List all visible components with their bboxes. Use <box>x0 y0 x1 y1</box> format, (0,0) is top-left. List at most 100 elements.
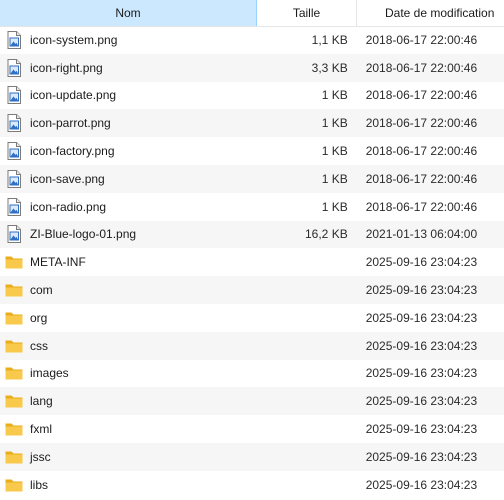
folder-icon <box>4 363 24 383</box>
file-size: 1 KB <box>321 88 348 103</box>
file-modified-date: 2025-09-16 23:04:23 <box>365 283 478 298</box>
file-size: 1,1 KB <box>311 32 348 47</box>
file-size: 1 KB <box>321 116 348 131</box>
file-row[interactable]: lang 2025-09-16 23:04:23 <box>0 387 504 416</box>
file-name-cell: jssc <box>0 447 254 467</box>
image-file-icon <box>4 141 24 161</box>
folder-icon <box>4 447 24 467</box>
sort-ascending-icon: ^ <box>126 0 130 5</box>
file-size: 16,2 KB <box>305 227 348 242</box>
file-row[interactable]: icon-radio.png 1 KB 2018-06-17 22:00:46 <box>0 193 504 221</box>
image-file-icon <box>4 224 24 244</box>
file-size: 1 KB <box>321 144 348 159</box>
file-size: 1 KB <box>321 171 348 186</box>
file-size: 3,3 KB <box>311 60 348 75</box>
image-file-icon <box>4 113 24 133</box>
image-file-icon <box>4 85 24 105</box>
file-size: 1 KB <box>321 199 348 214</box>
folder-icon <box>4 475 24 495</box>
file-name-cell: icon-parrot.png <box>0 113 254 133</box>
file-name-cell: icon-update.png <box>0 85 254 105</box>
file-name-cell: fxml <box>0 419 254 439</box>
image-file-icon <box>4 30 24 50</box>
file-name: icon-parrot.png <box>30 116 111 131</box>
file-modified-date: 2018-06-17 22:00:46 <box>365 144 478 159</box>
file-name-cell: icon-radio.png <box>0 197 254 217</box>
file-name: META-INF <box>30 255 86 270</box>
file-modified-date: 2018-06-17 22:00:46 <box>365 171 478 186</box>
file-modified-date: 2018-06-17 22:00:46 <box>365 116 478 131</box>
file-name-cell: ZI-Blue-logo-01.png <box>0 224 254 244</box>
file-name-cell: icon-save.png <box>0 169 254 189</box>
folder-icon <box>4 252 24 272</box>
file-name: icon-system.png <box>30 32 118 47</box>
file-modified-date: 2025-09-16 23:04:23 <box>365 394 478 409</box>
file-modified-date: 2025-09-16 23:04:23 <box>365 310 478 325</box>
column-header-date[interactable]: Date de modification <box>357 0 504 26</box>
file-name-cell: images <box>0 363 254 383</box>
file-modified-date: 2025-09-16 23:04:23 <box>365 366 478 381</box>
file-name: jssc <box>30 449 51 464</box>
file-row[interactable]: ZI-Blue-logo-01.png 16,2 KB 2021-01-13 06:… <box>0 220 504 249</box>
file-modified-date: 2025-09-16 23:04:23 <box>365 449 478 464</box>
file-row[interactable]: META-INF 2025-09-16 23:04:23 <box>0 248 504 276</box>
file-name-cell: icon-system.png <box>0 30 254 50</box>
file-row[interactable]: icon-parrot.png 1 KB 2018-06-17 22:00:46 <box>0 109 504 138</box>
file-row[interactable]: com 2025-09-16 23:04:23 <box>0 276 504 304</box>
folder-icon <box>4 280 24 300</box>
column-header-name-label: Nom <box>115 6 141 20</box>
file-row[interactable]: icon-system.png 1,1 KB 2018-06-17 22:00:46 <box>0 26 504 54</box>
file-list-view: ^ Nom Taille Date de modification icon-s… <box>0 0 504 500</box>
file-modified-date: 2018-06-17 22:00:46 <box>365 88 478 103</box>
file-modified-date: 2018-06-17 22:00:46 <box>365 60 478 75</box>
file-name: icon-save.png <box>30 171 105 186</box>
file-name: lang <box>30 394 53 409</box>
file-name: images <box>30 366 69 381</box>
file-modified-date: 2021-01-13 06:04:00 <box>365 227 478 242</box>
folder-icon <box>4 391 24 411</box>
file-name-cell: icon-factory.png <box>0 141 254 161</box>
file-modified-date: 2018-06-17 22:00:46 <box>365 199 478 214</box>
file-name: org <box>30 310 48 325</box>
file-name: libs <box>30 477 49 492</box>
file-name-cell: META-INF <box>0 252 254 272</box>
folder-icon <box>4 419 24 439</box>
image-file-icon <box>4 169 24 189</box>
file-row[interactable]: css 2025-09-16 23:04:23 <box>0 331 504 360</box>
file-name: css <box>30 338 48 353</box>
column-header-size-label: Taille <box>292 6 321 20</box>
file-name-cell: libs <box>0 475 254 495</box>
image-file-icon <box>4 197 24 217</box>
file-modified-date: 2018-06-17 22:00:46 <box>365 32 478 47</box>
column-header-name[interactable]: ^ Nom <box>0 0 257 26</box>
file-name-cell: icon-right.png <box>0 58 254 78</box>
column-header-bar: ^ Nom Taille Date de modification <box>0 0 504 27</box>
column-header-size[interactable]: Taille <box>257 0 357 26</box>
file-row[interactable]: jssc 2025-09-16 23:04:23 <box>0 442 504 471</box>
file-rows: icon-system.png 1,1 KB 2018-06-17 22:00:46… <box>0 26 504 499</box>
file-row[interactable]: icon-right.png 3,3 KB 2018-06-17 22:00:46 <box>0 53 504 82</box>
file-name: icon-radio.png <box>30 199 107 214</box>
file-name-cell: com <box>0 280 254 300</box>
file-row[interactable]: icon-factory.png 1 KB 2018-06-17 22:00:46 <box>0 137 504 165</box>
file-modified-date: 2025-09-16 23:04:23 <box>365 255 478 270</box>
file-modified-date: 2025-09-16 23:04:23 <box>365 338 478 353</box>
file-name: com <box>30 283 53 298</box>
file-name-cell: org <box>0 308 254 328</box>
file-row[interactable]: icon-save.png 1 KB 2018-06-17 22:00:46 <box>0 164 504 193</box>
image-file-icon <box>4 58 24 78</box>
file-name: icon-factory.png <box>30 144 115 159</box>
file-name: icon-update.png <box>30 88 117 103</box>
folder-icon <box>4 308 24 328</box>
file-row[interactable]: images 2025-09-16 23:04:23 <box>0 360 504 388</box>
file-row[interactable]: icon-update.png 1 KB 2018-06-17 22:00:46 <box>0 82 504 110</box>
file-name-cell: css <box>0 336 254 356</box>
file-row[interactable]: fxml 2025-09-16 23:04:23 <box>0 415 504 443</box>
file-row[interactable]: org 2025-09-16 23:04:23 <box>0 304 504 332</box>
file-name: ZI-Blue-logo-01.png <box>30 227 137 242</box>
file-modified-date: 2025-09-16 23:04:23 <box>365 422 478 437</box>
file-name: fxml <box>30 422 52 437</box>
file-name: icon-right.png <box>30 60 103 75</box>
file-row[interactable]: libs 2025-09-16 23:04:23 <box>0 471 504 499</box>
column-header-date-label: Date de modification <box>385 6 495 20</box>
